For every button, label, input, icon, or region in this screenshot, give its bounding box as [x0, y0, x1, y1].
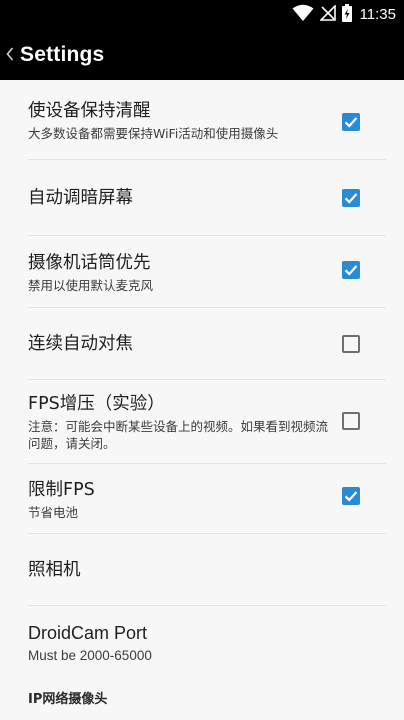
pref-text: DroidCam Port Must be 2000-65000: [28, 606, 332, 678]
no-signal-icon: [318, 4, 336, 25]
pref-text: 使设备保持清醒 大多数设备都需要保持WiFi活动和使用摄像头: [28, 80, 332, 160]
app-bar: Settings: [0, 30, 404, 80]
pref-summary: 注意：可能会中断某些设备上的视频。如果看到视频流问题，请关闭。: [28, 419, 329, 451]
pref-camera-mic-priority[interactable]: 摄像机话筒优先 禁用以使用默认麦克风: [0, 236, 404, 308]
pref-title: 自动调暗屏幕: [28, 188, 133, 208]
pref-text: 连续自动对焦: [28, 308, 332, 380]
wifi-icon: [292, 4, 314, 26]
pref-summary: Must be 2000-65000: [28, 647, 152, 663]
pref-text: FPS增压（实验） 注意：可能会中断某些设备上的视频。如果看到视频流问题，请关闭…: [28, 380, 332, 464]
pref-title: 摄像机话筒优先: [28, 252, 151, 273]
pref-title: 照相机: [28, 560, 81, 580]
chevron-left-icon[interactable]: [6, 46, 16, 65]
pref-limit-fps[interactable]: 限制FPS 节省电池: [0, 464, 404, 534]
pref-fps-boost[interactable]: FPS增压（实验） 注意：可能会中断某些设备上的视频。如果看到视频流问题，请关闭…: [0, 380, 404, 464]
pref-droidcam-port[interactable]: DroidCam Port Must be 2000-65000: [0, 606, 404, 678]
pref-checkbox[interactable]: [342, 189, 360, 207]
status-bar: 11:35: [0, 0, 404, 30]
pref-checkbox[interactable]: [342, 261, 360, 279]
pref-auto-dim-screen[interactable]: 自动调暗屏幕: [0, 160, 404, 236]
pref-keep-awake[interactable]: 使设备保持清醒 大多数设备都需要保持WiFi活动和使用摄像头: [0, 80, 404, 160]
pref-text: 摄像机话筒优先 禁用以使用默认麦克风: [28, 236, 332, 308]
status-time: 11:35: [359, 6, 396, 23]
pref-checkbox[interactable]: [342, 487, 360, 505]
pref-checkbox[interactable]: [342, 412, 360, 430]
pref-text: 自动调暗屏幕: [28, 160, 332, 236]
pref-title: DroidCam Port: [28, 622, 148, 643]
pref-summary: 节省电池: [28, 504, 79, 520]
pref-summary: 大多数设备都需要保持WiFi活动和使用摄像头: [28, 125, 279, 141]
pref-summary: 禁用以使用默认麦克风: [28, 277, 154, 293]
pref-text: 照相机: [28, 534, 332, 606]
category-header-ip-webcam: IP网络摄像头: [28, 692, 108, 707]
pref-title: 连续自动对焦: [28, 334, 133, 354]
pref-camera[interactable]: 照相机: [0, 534, 404, 606]
page-title[interactable]: Settings: [20, 43, 104, 67]
pref-checkbox[interactable]: [342, 113, 360, 131]
pref-text: 限制FPS 节省电池: [28, 464, 332, 534]
pref-title: 限制FPS: [28, 479, 95, 500]
pref-title: 使设备保持清醒: [28, 100, 151, 121]
pref-continuous-autofocus[interactable]: 连续自动对焦: [0, 308, 404, 380]
pref-title: FPS增压（实验）: [28, 394, 165, 414]
status-icons: 11:35: [292, 4, 396, 26]
pref-checkbox[interactable]: [342, 335, 360, 353]
battery-icon: [341, 4, 352, 26]
